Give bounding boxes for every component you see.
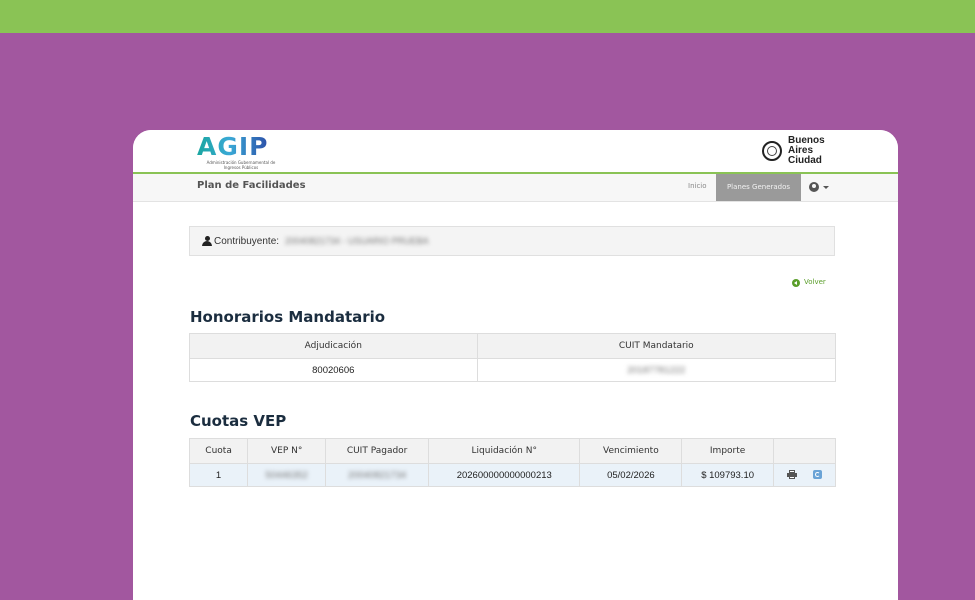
agip-logo[interactable]: AGIP Administración Gubernamental de Ing…: [197, 133, 287, 171]
nav-item-inicio[interactable]: Inicio: [688, 182, 707, 190]
column-header: Cuota: [188, 438, 249, 464]
importe-cell: $ 109793.10: [681, 463, 774, 487]
table-cell: 80020606: [189, 358, 478, 382]
buenos-aires-logo[interactable]: Buenos Aires Ciudad: [762, 135, 834, 169]
table-cell: 20187781222: [476, 358, 837, 382]
user-menu-button[interactable]: [809, 181, 831, 194]
print-icon[interactable]: [786, 470, 797, 480]
column-header: Vencimiento: [579, 438, 683, 464]
city-seal-icon: [762, 141, 782, 161]
cuotas-table: Cuota VEP N° CUIT Pagador Liquidación N°…: [188, 438, 837, 487]
column-header: CUIT Pagador: [325, 438, 429, 464]
ba-logo-text: Buenos Aires Ciudad: [788, 136, 825, 166]
contribuyente-label: Contribuyente:: [214, 236, 280, 247]
nav-brand-title[interactable]: Plan de Facilidades: [197, 180, 306, 191]
column-header: Importe: [681, 438, 774, 464]
vencimiento-cell: 05/02/2026: [579, 463, 683, 487]
column-header: CUIT Mandatario: [476, 333, 837, 359]
ba-logo-line: Ciudad: [788, 155, 822, 166]
nav-item-planes-generados[interactable]: Planes Generados: [716, 174, 801, 201]
user-circle-icon: [809, 182, 819, 192]
column-header: Adjudicación: [189, 333, 478, 359]
contribuyente-value: 20040821734 - USUARIO PRUEBA: [285, 236, 429, 246]
vep-cell: 50446352: [247, 463, 327, 487]
column-header-actions: [772, 438, 837, 464]
column-header: Liquidación N°: [427, 438, 581, 464]
agip-logo-subtitle: Administración Gubernamental de Ingresos…: [206, 160, 276, 170]
contribuyente-panel: Contribuyente: 20040821734 - USUARIO PRU…: [189, 226, 835, 256]
cuotas-title: Cuotas VEP: [190, 412, 287, 430]
caret-down-icon: [823, 186, 829, 189]
top-banner: [0, 0, 975, 33]
user-icon: [202, 236, 212, 246]
table-row: 80020606 20187781222: [189, 358, 837, 382]
site-header: AGIP Administración Gubernamental de Ing…: [133, 130, 898, 172]
table-row: 1 50446352 20040821734 20260000000000021…: [188, 463, 837, 487]
back-arrow-icon: [792, 279, 800, 287]
honorarios-table: Adjudicación CUIT Mandatario 80020606 20…: [189, 333, 837, 382]
honorarios-title: Honorarios Mandatario: [190, 308, 386, 326]
volver-label: Volver: [804, 278, 826, 286]
cuota-cell: 1: [188, 463, 249, 487]
cuit-pagador-cell: 20040821734: [325, 463, 429, 487]
liquidacion-cell: 202600000000000213: [427, 463, 581, 487]
navbar: Plan de Facilidades Inicio Planes Genera…: [133, 174, 898, 202]
actions-cell: [772, 463, 837, 487]
app-window: AGIP Administración Gubernamental de Ing…: [133, 130, 898, 600]
column-header: VEP N°: [247, 438, 327, 464]
agip-logo-text: AGIP: [197, 132, 269, 161]
refresh-icon[interactable]: [813, 470, 823, 480]
